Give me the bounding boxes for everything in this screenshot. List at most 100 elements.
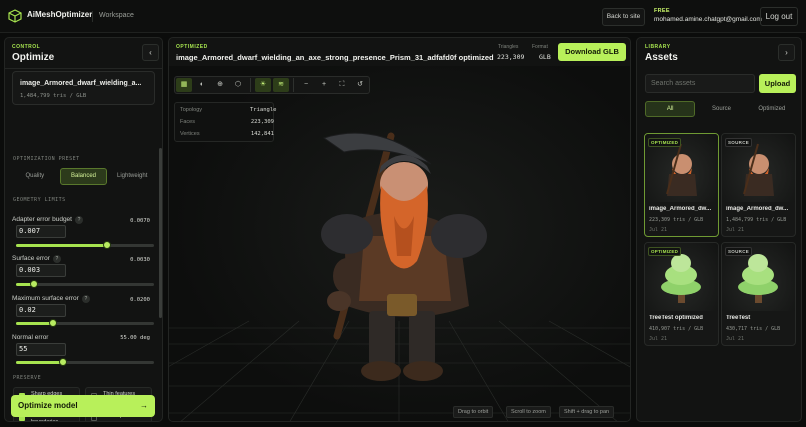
asset-tag: OPTIMIZED [648,247,682,256]
asset-name: image_Armored_dw... [726,206,789,212]
asset-card[interactable]: OPTIMIZED image_Armored_dw... 223,309 tr… [644,133,719,237]
chevron-left-icon: ‹ [149,48,152,57]
fit-icon[interactable]: ⛶ [334,78,350,92]
control-panel: CONTROL Optimize ‹ image_Armored_dwarf_w… [4,37,163,422]
selected-model-card[interactable]: image_Armored_dwarf_wielding_a... 1,484,… [12,71,155,105]
info-row-faces: Faces 223,309 [180,119,274,125]
reset-icon[interactable]: ↺ [352,78,368,92]
model-meta: 1,484,799 tris / GLB [20,93,87,99]
adapter-error-slider[interactable] [16,241,154,249]
asset-name: image_Armored_dw... [649,206,712,212]
help-icon[interactable]: ? [52,255,61,263]
surface-error-slider[interactable] [16,280,154,288]
preset-balanced[interactable]: Balanced [59,168,108,185]
preset-quality[interactable]: Quality [12,168,58,185]
3d-viewport[interactable]: ▦ ◐ ⊕ ⬡ ☀ ≋ − + ⛶ ↺ Topology Triangle Fac… [169,66,630,421]
cube-icon[interactable]: ⬡ [230,78,246,92]
asset-card[interactable]: SOURCE TreeTest 430,717 tris / GLB Jul 2… [721,242,796,346]
slider-fill [16,244,108,247]
collapse-panel-button[interactable]: ‹ [142,44,159,61]
app-title: AiMeshOptimizer [27,10,93,19]
triangles-value: 223,309 [497,53,525,61]
slider-knob[interactable] [49,319,58,327]
triangles-label: Triangles [498,44,519,50]
slider-knob[interactable] [29,280,38,288]
max-surface-error-slider[interactable] [16,319,154,327]
slider-knob[interactable] [58,358,67,366]
normal-error-input[interactable]: 55 [16,343,66,356]
asset-date: Jul 21 [726,336,745,342]
help-icon[interactable]: ? [74,216,83,224]
grid-icon[interactable]: ▦ [176,78,192,92]
field-label: Surface error? [12,255,61,263]
filter-source[interactable]: Source [697,101,745,117]
asset-tag: SOURCE [725,138,753,147]
download-glb-button[interactable]: Download GLB [558,43,626,61]
help-icon[interactable]: ? [81,295,90,303]
adapter-error-input[interactable]: 0.007 [16,225,66,238]
preset-lightweight[interactable]: Lightweight [109,168,155,185]
hint-zoom: Scroll to zoom [506,406,551,418]
search-assets-input[interactable]: Search assets [645,74,755,93]
divider [293,78,294,92]
control-eyebrow: CONTROL [12,44,41,50]
slider-fill [16,322,54,325]
asset-date: Jul 21 [649,336,668,342]
asset-meta: 430,717 tris / GLB [726,326,781,332]
asset-meta: 223,309 tris / GLB [649,217,704,223]
sun-icon[interactable]: ☀ [255,78,271,92]
normal-error-slider[interactable] [16,358,154,366]
divider [250,78,251,92]
asset-date: Jul 21 [726,227,745,233]
library-panel: LIBRARY Assets › Search assets Upload Al… [636,37,802,422]
globe-icon[interactable]: ⊕ [212,78,228,92]
divider [5,68,162,69]
mesh-info-box: Topology Triangle Faces 223,309 Vertices 14… [174,102,277,142]
minus-icon[interactable]: − [298,78,314,92]
info-row-topology: Topology Triangle [180,107,277,113]
expand-panel-button[interactable]: › [778,44,795,61]
model-name: image_Armored_dwarf_wielding_a... [20,80,142,87]
asset-filters: All Source Optimized [645,101,796,117]
slider-knob[interactable] [103,241,112,249]
asset-tag: SOURCE [725,247,753,256]
back-to-site-button[interactable]: Back to site [602,8,645,26]
filter-optimized[interactable]: Optimized [748,101,796,117]
asset-meta: 410,907 tris / GLB [649,326,704,332]
optimize-model-button[interactable]: Optimize model → [11,395,155,417]
user-email: mohamed.amine.chatgpt@gmail.com [654,16,762,23]
hint-orbit: Drag to orbit [453,406,494,418]
plus-icon[interactable]: + [316,78,332,92]
info-row-vertices: Vertices 142,841 [180,131,274,137]
layers-icon[interactable]: ≋ [273,78,289,92]
format-value: GLB [539,53,551,61]
field-label: Normal error [12,334,49,341]
library-eyebrow: LIBRARY [645,44,671,50]
model-title: image_Armored_dwarf_wielding_an_axe_stro… [176,53,494,62]
logout-button[interactable]: Log out [760,7,798,26]
asset-card[interactable]: OPTIMIZED TreeTest optimized 410,907 tri… [644,242,719,346]
slider-fill [16,361,63,364]
preserve-section-label: PRESERVE [13,375,42,381]
workspace-label: Workspace [92,11,134,22]
limits-section-label: GEOMETRY LIMITS [13,197,66,203]
hint-pan: Shift + drag to pan [559,406,615,418]
viewer-toolbar: ▦ ◐ ⊕ ⬡ ☀ ≋ − + ⛶ ↺ [174,76,370,94]
control-title: Optimize [12,52,55,63]
half-circle-icon[interactable]: ◐ [194,78,210,92]
surface-error-input[interactable]: 0.003 [16,264,66,277]
asset-date: Jul 21 [649,227,668,233]
max-surface-error-input[interactable]: 0.02 [16,304,66,317]
viewer-panel: OPTIMIZED image_Armored_dwarf_wielding_a… [168,37,631,422]
arrow-right-icon: → [140,401,148,410]
top-bar: AiMeshOptimizer Workspace Back to site F… [0,0,806,33]
asset-tag: OPTIMIZED [648,138,682,147]
upload-button[interactable]: Upload [759,74,796,93]
asset-name: TreeTest optimized [649,315,703,321]
panel-scrollbar[interactable] [159,148,162,318]
asset-card[interactable]: SOURCE image_Armored_dw... 1,484,799 tri… [721,133,796,237]
cube-logo-icon [8,9,22,23]
viewer-eyebrow: OPTIMIZED [176,44,208,50]
filter-all[interactable]: All [645,101,696,117]
field-value: 0.0030 [130,257,150,263]
